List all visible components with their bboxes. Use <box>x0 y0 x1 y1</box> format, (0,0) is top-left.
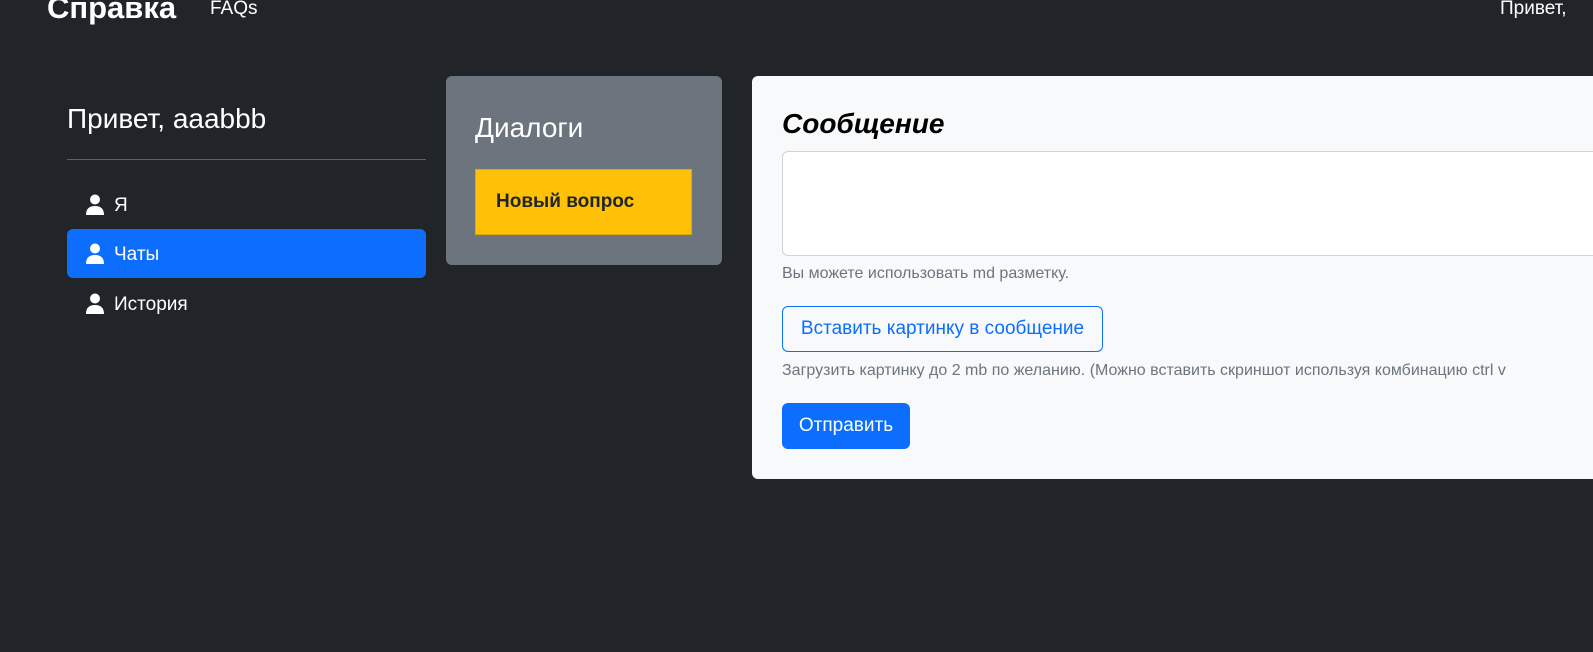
sidebar-item-me[interactable]: Я <box>67 180 426 229</box>
message-title: Сообщение <box>782 108 945 139</box>
insert-image-button[interactable]: Вставить картинку в сообщение <box>782 306 1103 352</box>
dialogs-card: Диалоги Новый вопрос <box>446 76 722 265</box>
send-button[interactable]: Отправить <box>782 403 910 449</box>
dialogs-title: Диалоги <box>475 112 584 143</box>
navbar-greeting[interactable]: Привет, <box>1500 0 1567 20</box>
user-icon <box>86 293 104 314</box>
user-icon <box>86 243 104 264</box>
nav-link-faqs[interactable]: FAQs <box>210 0 258 20</box>
sidebar-divider <box>67 159 426 160</box>
message-textarea[interactable] <box>782 151 1593 256</box>
sidebar-item-label: История <box>114 294 188 315</box>
sidebar-item-label: Чаты <box>114 244 160 265</box>
top-navbar: Справка FAQs Привет, <box>0 0 1593 30</box>
sidebar-item-history[interactable]: История <box>67 279 426 328</box>
new-question-button[interactable]: Новый вопрос <box>475 169 692 235</box>
sidebar-item-chats[interactable]: Чаты <box>67 229 426 278</box>
message-card: Сообщение Вы можете использовать md разм… <box>752 76 1593 479</box>
navbar-brand[interactable]: Справка <box>47 0 176 25</box>
sidebar-greeting-title: Привет, aaabbb <box>67 103 267 134</box>
sidebar-item-label: Я <box>114 195 128 216</box>
user-icon <box>86 194 104 215</box>
upload-hint: Загрузить картинку до 2 mb по желанию. (… <box>782 362 1506 379</box>
markdown-hint: Вы можете использовать md разметку. <box>782 265 1070 282</box>
